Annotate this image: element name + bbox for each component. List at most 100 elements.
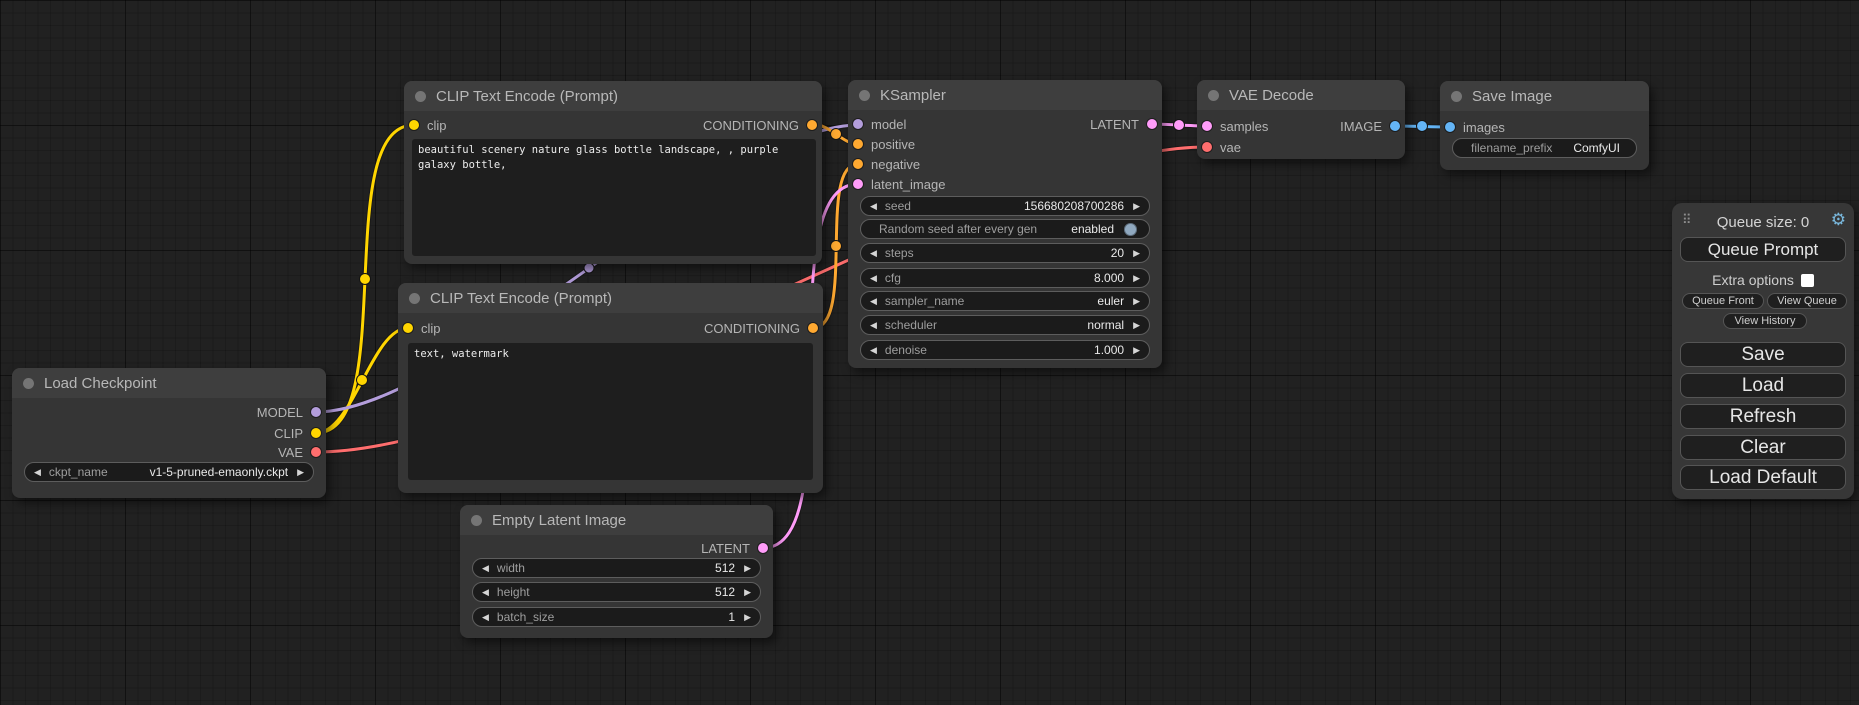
save-button[interactable]: Save (1680, 342, 1846, 367)
stepper-left-icon[interactable]: ◀ (870, 297, 877, 306)
steps-widget[interactable]: ◀ steps 20 ▶ (860, 243, 1150, 263)
clip-port-dot[interactable] (403, 323, 413, 333)
stepper-left-icon[interactable]: ◀ (870, 249, 877, 258)
stepper-right-icon[interactable]: ▶ (1133, 249, 1140, 258)
conditioning-port-dot[interactable] (853, 139, 863, 149)
stepper-right-icon[interactable]: ▶ (1133, 274, 1140, 283)
image-port-dot[interactable] (1390, 121, 1400, 131)
gear-icon[interactable]: ⚙ (1831, 210, 1846, 230)
comfyui-canvas[interactable]: { "colors": { "model": "#B39DDB", "clip"… (0, 0, 1859, 705)
stepper-left-icon[interactable]: ◀ (870, 202, 877, 211)
stepper-left-icon[interactable]: ◀ (482, 564, 489, 573)
collapse-dot-icon[interactable] (859, 90, 870, 101)
clear-button[interactable]: Clear (1680, 435, 1846, 460)
latent-port-dot[interactable] (758, 543, 768, 553)
widget-value[interactable]: v1-5-pruned-emaonly.ckpt (150, 465, 289, 479)
queue-prompt-button[interactable]: Queue Prompt (1680, 237, 1846, 262)
conditioning-port-dot[interactable] (853, 159, 863, 169)
node-save-image[interactable]: Save Image images filename_prefix ComfyU… (1440, 81, 1649, 170)
input-negative: negative (853, 155, 920, 173)
collapse-dot-icon[interactable] (471, 515, 482, 526)
stepper-right-icon[interactable]: ▶ (1133, 321, 1140, 330)
link-midpoint-dot (831, 129, 842, 140)
vae-port-dot[interactable] (311, 447, 321, 457)
vae-port-dot[interactable] (1202, 142, 1212, 152)
extra-options-checkbox[interactable] (1801, 274, 1814, 287)
width-widget[interactable]: ◀ width 512 ▶ (472, 558, 761, 578)
link-midpoint-dot (584, 263, 594, 273)
toggle-on-icon[interactable] (1124, 223, 1137, 236)
stepper-right-icon[interactable]: ▶ (744, 588, 751, 597)
view-queue-button[interactable]: View Queue (1767, 293, 1847, 309)
stepper-right-icon[interactable]: ▶ (1133, 297, 1140, 306)
output-clip: CLIP (274, 424, 321, 442)
model-port-dot[interactable] (853, 119, 863, 129)
collapse-dot-icon[interactable] (1208, 90, 1219, 101)
stepper-right-icon[interactable]: ▶ (1133, 202, 1140, 211)
input-positive: positive (853, 135, 915, 153)
positive-prompt-textarea[interactable]: beautiful scenery nature glass bottle la… (412, 139, 816, 256)
view-history-button[interactable]: View History (1723, 313, 1807, 329)
node-title: VAE Decode (1229, 87, 1314, 104)
load-button[interactable]: Load (1680, 373, 1846, 398)
scheduler-widget[interactable]: ◀ scheduler normal ▶ (860, 315, 1150, 335)
node-title-bar[interactable]: Empty Latent Image (460, 505, 773, 535)
image-port-dot[interactable] (1445, 122, 1455, 132)
node-title-bar[interactable]: KSampler (848, 80, 1162, 110)
node-clip-text-encode-positive[interactable]: CLIP Text Encode (Prompt) clip CONDITION… (404, 81, 822, 264)
node-load-checkpoint[interactable]: Load Checkpoint MODEL CLIP VAE ◀ ckpt_na… (12, 368, 326, 498)
height-widget[interactable]: ◀ height 512 ▶ (472, 582, 761, 602)
seed-widget[interactable]: ◀ seed 156680208700286 ▶ (860, 196, 1150, 216)
stepper-left-icon[interactable]: ◀ (870, 274, 877, 283)
output-image: IMAGE (1340, 117, 1400, 135)
node-title: Load Checkpoint (44, 375, 157, 392)
stepper-right-icon[interactable]: ▶ (744, 564, 751, 573)
clip-port-dot[interactable] (311, 428, 321, 438)
stepper-right-icon[interactable]: ▶ (744, 613, 751, 622)
node-title-bar[interactable]: Load Checkpoint (12, 368, 326, 398)
negative-prompt-textarea[interactable]: text, watermark (408, 343, 813, 480)
node-vae-decode[interactable]: VAE Decode samples vae IMAGE (1197, 80, 1405, 159)
stepper-right-icon[interactable]: ▶ (297, 468, 304, 477)
stepper-left-icon[interactable]: ◀ (482, 588, 489, 597)
model-port-dot[interactable] (311, 407, 321, 417)
ckpt-name-widget[interactable]: ◀ ckpt_name v1-5-pruned-emaonly.ckpt ▶ (24, 462, 314, 482)
node-clip-text-encode-negative[interactable]: CLIP Text Encode (Prompt) clip CONDITION… (398, 283, 823, 493)
refresh-button[interactable]: Refresh (1680, 404, 1846, 429)
node-empty-latent-image[interactable]: Empty Latent Image LATENT ◀ width 512 ▶ … (460, 505, 773, 638)
collapse-dot-icon[interactable] (415, 91, 426, 102)
random-seed-toggle-widget[interactable]: Random seed after every gen enabled (860, 219, 1150, 239)
output-latent: LATENT (1090, 115, 1157, 133)
latent-port-dot[interactable] (853, 179, 863, 189)
denoise-widget[interactable]: ◀ denoise 1.000 ▶ (860, 340, 1150, 360)
sampler-name-widget[interactable]: ◀ sampler_name euler ▶ (860, 291, 1150, 311)
stepper-right-icon[interactable]: ▶ (1133, 346, 1140, 355)
collapse-dot-icon[interactable] (1451, 91, 1462, 102)
stepper-left-icon[interactable]: ◀ (482, 613, 489, 622)
latent-port-dot[interactable] (1147, 119, 1157, 129)
queue-panel[interactable]: ⠿ Queue size: 0 ⚙ Queue Prompt Extra opt… (1672, 203, 1854, 499)
collapse-dot-icon[interactable] (23, 378, 34, 389)
queue-front-button[interactable]: Queue Front (1682, 293, 1764, 309)
node-title-bar[interactable]: Save Image (1440, 81, 1649, 111)
conditioning-port-dot[interactable] (807, 120, 817, 130)
node-title-bar[interactable]: VAE Decode (1197, 80, 1405, 110)
node-title-bar[interactable]: CLIP Text Encode (Prompt) (398, 283, 823, 313)
stepper-left-icon[interactable]: ◀ (870, 321, 877, 330)
stepper-left-icon[interactable]: ◀ (34, 468, 41, 477)
drag-handle-icon[interactable]: ⠿ (1682, 212, 1692, 228)
collapse-dot-icon[interactable] (409, 293, 420, 304)
input-model: model (853, 115, 906, 133)
stepper-left-icon[interactable]: ◀ (870, 346, 877, 355)
node-title-bar[interactable]: CLIP Text Encode (Prompt) (404, 81, 822, 111)
filename-prefix-widget[interactable]: filename_prefix ComfyUI (1452, 138, 1637, 158)
load-default-button[interactable]: Load Default (1680, 465, 1846, 490)
conditioning-port-dot[interactable] (808, 323, 818, 333)
cfg-widget[interactable]: ◀ cfg 8.000 ▶ (860, 268, 1150, 288)
batch-size-widget[interactable]: ◀ batch_size 1 ▶ (472, 607, 761, 627)
latent-port-dot[interactable] (1202, 121, 1212, 131)
output-model: MODEL (257, 403, 321, 421)
node-ksampler[interactable]: KSampler model positive negative latent_… (848, 80, 1162, 368)
clip-port-dot[interactable] (409, 120, 419, 130)
input-clip: clip (403, 319, 441, 337)
